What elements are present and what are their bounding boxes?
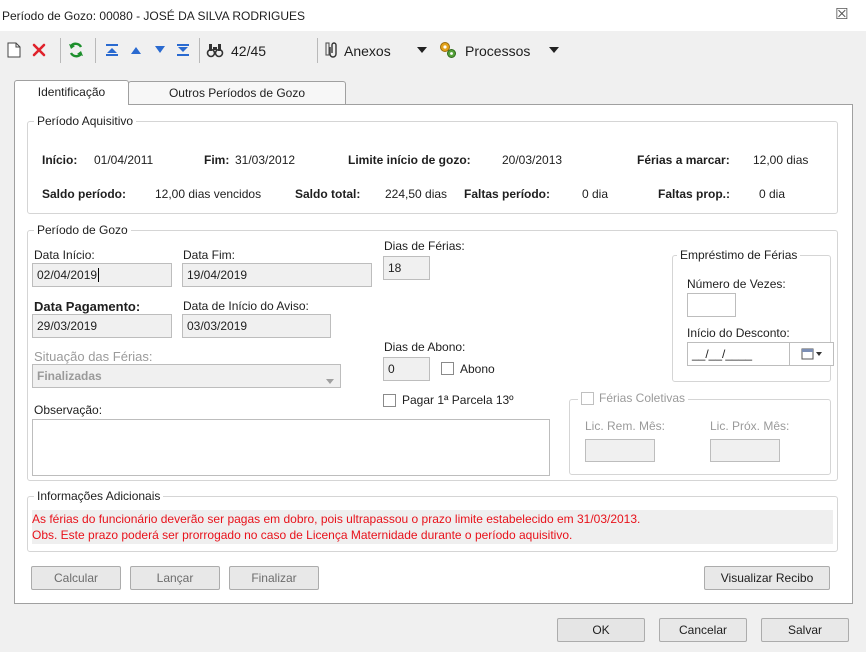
informacoes-message: As férias do funcionário deverão ser pag… [32,510,833,544]
faltas-periodo-value: 0 dia [582,187,609,201]
pagar-13-checkbox[interactable] [383,394,396,407]
identificacao-panel: Período Aquisitivo Início: 01/04/2011 Fi… [14,104,853,604]
periodo-aquisitivo-group: Período Aquisitivo Início: 01/04/2011 Fi… [27,114,838,214]
window-title: Período de Gozo: 00080 - JOSÉ DA SILVA R… [2,9,306,23]
gears-icon[interactable] [437,39,459,61]
dias-ferias-field[interactable]: 18 [383,256,430,280]
situacao-value: Finalizadas [37,369,102,383]
numero-vezes-field[interactable] [687,293,736,317]
data-inicio-text: 02/04/2019 [37,268,98,282]
delete-icon[interactable] [28,39,50,61]
last-record-icon[interactable] [172,39,194,61]
previous-record-icon[interactable] [125,39,147,61]
dias-ferias-label: Dias de Férias: [384,239,465,253]
saldo-periodo-label: Saldo período: [42,187,126,201]
saldo-periodo-value: 12,00 dias vencidos [155,187,262,201]
visualizar-recibo-button[interactable]: Visualizar Recibo [704,566,830,590]
paperclip-icon[interactable] [322,39,344,61]
situacao-label: Situação das Férias: [34,349,153,364]
faltas-prop-label: Faltas prop.: [658,187,731,201]
informacoes-line2: Obs. Este prazo poderá ser prorrogado no… [32,528,573,542]
lic-rem-field[interactable] [585,439,655,462]
faltas-prop-value: 0 dia [759,187,786,201]
lic-prox-field[interactable] [710,439,780,462]
pagar-13-label: Pagar 1ª Parcela 13º [402,393,514,407]
finalizar-button[interactable]: Finalizar [229,566,319,590]
observacao-label: Observação: [34,403,103,417]
toolbar: 42/45 Anexos Processos [0,31,866,69]
periodo-gozo-group: Período de Gozo Data Início: 02/04/2019 … [27,223,838,481]
inicio-value: 01/04/2011 [94,153,154,167]
informacoes-line1: As férias do funcionário deverão ser pag… [32,512,641,526]
data-pagamento-field[interactable]: 29/03/2019 [32,314,172,338]
periodo-gozo-title: Período de Gozo [34,223,131,237]
ferias-coletivas-checkbox[interactable] [581,391,594,405]
fim-label: Fim: [204,153,230,167]
informacoes-title: Informações Adicionais [34,489,164,503]
tab-outros-periodos[interactable]: Outros Períodos de Gozo [128,81,346,105]
calcular-button[interactable]: Calcular [31,566,121,590]
anexos-dropdown-icon[interactable] [411,39,433,61]
inicio-desconto-field[interactable]: __/__/____ [687,342,834,366]
data-fim-field[interactable]: 19/04/2019 [182,263,372,287]
situacao-select[interactable]: Finalizadas [32,364,341,388]
data-pagamento-label: Data Pagamento: [34,299,141,314]
tab-identificacao[interactable]: Identificação [14,80,129,105]
numero-vezes-label: Número de Vezes: [687,277,786,291]
abono-label: Abono [460,362,495,376]
title-bar: Período de Gozo: 00080 - JOSÉ DA SILVA R… [0,0,866,31]
refresh-icon[interactable] [65,39,87,61]
data-aviso-label: Data de Início do Aviso: [183,299,309,313]
lic-rem-label: Lic. Rem. Mês: [585,419,666,433]
first-record-icon[interactable] [101,39,123,61]
data-fim-label: Data Fim: [183,248,236,262]
emprestimo-group: Empréstimo de Férias Número de Vezes: In… [672,248,834,382]
inicio-desconto-value: __/__/____ [692,347,753,361]
dias-abono-field[interactable]: 0 [383,357,430,381]
observacao-field[interactable] [32,419,550,476]
faltas-periodo-label: Faltas período: [464,187,551,201]
saldo-total-label: Saldo total: [295,187,361,201]
processos-menu[interactable]: Processos [465,43,530,59]
ferias-coletivas-group: Férias Coletivas Lic. Rem. Mês: Lic. Pró… [569,391,831,475]
fim-value: 31/03/2012 [235,153,296,167]
close-icon[interactable]: ☒ [835,5,848,23]
ferias-coletivas-title: Férias Coletivas [599,391,686,405]
inicio-desconto-label: Início do Desconto: [687,326,790,340]
dias-abono-label: Dias de Abono: [384,340,466,354]
informacoes-group: Informações Adicionais As férias do func… [27,489,838,552]
data-aviso-field[interactable]: 03/03/2019 [182,314,331,338]
record-position: 42/45 [231,43,267,59]
lancar-button[interactable]: Lançar [130,566,220,590]
anexos-menu[interactable]: Anexos [344,43,391,59]
situacao-dropdown-icon [326,373,334,387]
data-inicio-label: Data Início: [34,248,95,262]
calendar-icon[interactable] [789,342,833,366]
periodo-aquisitivo-title: Período Aquisitivo [34,114,137,128]
ok-button[interactable]: OK [557,618,645,642]
data-inicio-field[interactable]: 02/04/2019 [32,263,172,287]
new-document-icon[interactable] [3,39,25,61]
ferias-coletivas-header: Férias Coletivas [578,391,689,405]
lic-prox-label: Lic. Próx. Mês: [710,419,790,433]
ferias-marcar-value: 12,00 dias [753,153,809,167]
limite-gozo-label: Limite início de gozo: [348,153,471,167]
saldo-total-value: 224,50 dias [385,187,448,201]
salvar-button[interactable]: Salvar [761,618,849,642]
ferias-marcar-label: Férias a marcar: [637,153,730,167]
inicio-label: Início: [42,153,78,167]
abono-checkbox[interactable] [441,362,454,375]
next-record-icon[interactable] [149,39,171,61]
cancelar-button[interactable]: Cancelar [659,618,747,642]
emprestimo-title: Empréstimo de Férias [677,248,801,262]
processos-dropdown-icon[interactable] [543,39,565,61]
binoculars-icon[interactable] [204,39,226,61]
limite-gozo-value: 20/03/2013 [502,153,563,167]
